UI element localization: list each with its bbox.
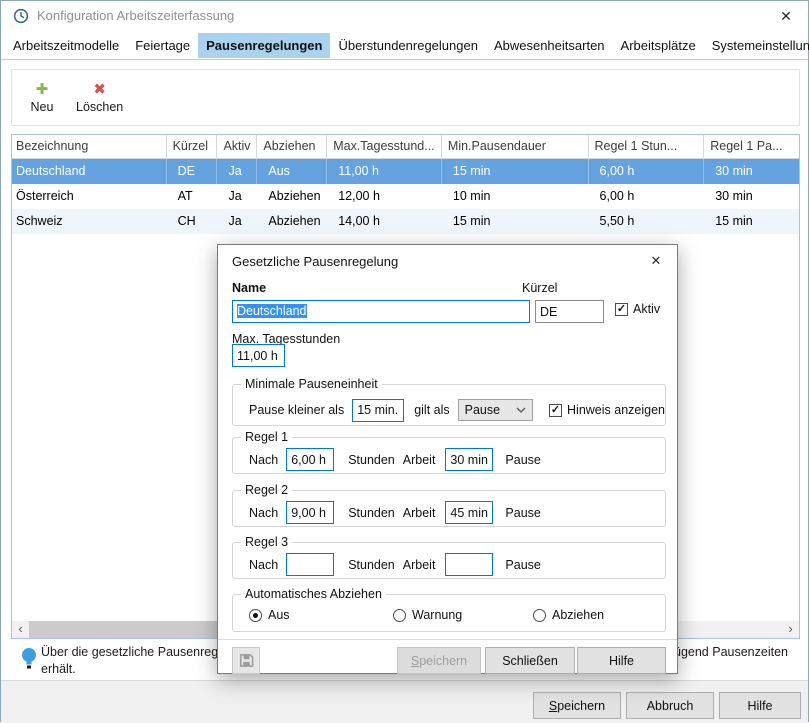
radio-aus[interactable]: Aus — [249, 608, 290, 622]
regel-3-group: Regel 3 Nach Stunden Arbeit Pause — [232, 542, 666, 579]
plus-icon: ✚ — [36, 81, 49, 98]
max-tagesstunden-input[interactable] — [232, 344, 285, 367]
window-close-icon[interactable]: ✕ — [776, 7, 796, 25]
clock-icon — [13, 8, 29, 24]
info-text-line1-left: Über die gesetzliche Pausenregel — [41, 645, 228, 659]
gilt-als-select[interactable]: Pause — [458, 399, 533, 421]
save-icon-button[interactable] — [232, 647, 260, 674]
dialog-close-button[interactable]: Schließen — [485, 647, 575, 674]
dialog-separator — [218, 639, 677, 640]
dialog-save-button[interactable]: Speichern — [397, 647, 481, 674]
name-input[interactable]: Deutschland — [232, 300, 530, 323]
minimale-pauseneinheit-group: Minimale Pauseneinheit Pause kleiner als… — [232, 384, 666, 426]
table-row-schweiz[interactable]: Schweiz CH Ja Abziehen 14,00 h 15 min 5,… — [12, 209, 799, 234]
column-header-max-tagesstunden[interactable]: Max.Tagesstund... — [327, 135, 442, 158]
footer-bar: Speichern Abbruch Hilfe — [1, 680, 808, 723]
column-header-kuerzel[interactable]: Kürzel — [167, 135, 218, 158]
scroll-right-icon[interactable]: › — [782, 621, 799, 638]
checkmark-icon: ✓ — [615, 303, 628, 316]
delete-button[interactable]: ✖ Löschen — [70, 77, 129, 118]
toolbar: ✚ Neu ✖ Löschen — [11, 69, 800, 126]
name-label: Name — [232, 281, 266, 295]
column-header-bezeichnung[interactable]: Bezeichnung — [12, 135, 167, 158]
tab-abwesenheitsarten[interactable]: Abwesenheitsarten — [486, 33, 613, 58]
kuerzel-label: Kürzel — [522, 281, 557, 295]
tab-pausenregelungen[interactable]: Pausenregelungen — [198, 33, 330, 58]
regel-3-pause-input[interactable] — [445, 553, 493, 576]
main-window: Konfiguration Arbeitszeiterfassung ✕ Arb… — [0, 0, 809, 722]
scroll-left-icon[interactable]: ‹ — [12, 621, 29, 638]
column-header-abziehen[interactable]: Abziehen — [257, 135, 327, 158]
min-pause-input[interactable] — [352, 399, 404, 422]
column-header-aktiv[interactable]: Aktiv — [217, 135, 257, 158]
radio-abziehen[interactable]: Abziehen — [533, 608, 604, 622]
regel-2-group: Regel 2 Nach Stunden Arbeit Pause — [232, 490, 666, 527]
table-header: Bezeichnung Kürzel Aktiv Abziehen Max.Ta… — [12, 135, 799, 159]
help-button[interactable]: Hilfe — [719, 692, 801, 719]
radio-button-icon — [249, 609, 262, 622]
regel-1-pause-input[interactable] — [445, 448, 493, 471]
tab-systemeinstellungen[interactable]: Systemeinstellungen — [704, 33, 809, 58]
regel-3-stunden-input[interactable] — [286, 553, 334, 576]
delete-icon: ✖ — [93, 81, 106, 98]
new-button[interactable]: ✚ Neu — [20, 77, 64, 118]
info-text-line2: erhält. — [41, 662, 76, 676]
regel-1-stunden-input[interactable] — [286, 448, 334, 471]
automatisches-abziehen-group: Automatisches Abziehen Aus Warnung Abzie… — [232, 594, 666, 632]
radio-button-icon — [393, 609, 406, 622]
hinweis-anzeigen-checkbox[interactable]: ✓ Hinweis anzeigen — [549, 403, 665, 417]
lightbulb-icon — [21, 646, 37, 672]
titlebar: Konfiguration Arbeitszeiterfassung ✕ — [1, 1, 808, 31]
checkmark-icon: ✓ — [549, 404, 562, 417]
tab-ueberstundenregelungen[interactable]: Überstundenregelungen — [330, 33, 486, 58]
chevron-down-icon — [516, 407, 526, 413]
dialog-title: Gesetzliche Pausenregelung — [232, 254, 398, 269]
table-row-deutschland[interactable]: Deutschland DE Ja Aus 11,00 h 15 min 6,0… — [12, 159, 799, 184]
column-header-regel1-pause[interactable]: Regel 1 Pa... — [704, 135, 799, 158]
column-header-regel1-stunden[interactable]: Regel 1 Stun... — [589, 135, 705, 158]
gilt-als-label: gilt als — [414, 403, 449, 417]
pause-kleiner-als-label: Pause kleiner als — [249, 403, 344, 417]
tab-feiertage[interactable]: Feiertage — [127, 33, 198, 58]
kuerzel-input[interactable] — [535, 300, 604, 323]
table-row-oesterreich[interactable]: Österreich AT Ja Abziehen 12,00 h 10 min… — [12, 184, 799, 209]
tab-arbeitsplaetze[interactable]: Arbeitsplätze — [613, 33, 704, 58]
tab-bar: Arbeitszeitmodelle Feiertage Pausenregel… — [1, 31, 808, 60]
window-title: Konfiguration Arbeitszeiterfassung — [37, 8, 234, 23]
gesetzliche-pausenregelung-dialog: Gesetzliche Pausenregelung ✕ Name Kürzel… — [217, 244, 678, 674]
regel-2-stunden-input[interactable] — [286, 501, 334, 524]
regel-2-pause-input[interactable] — [445, 501, 493, 524]
column-header-min-pausendauer[interactable]: Min.Pausendauer — [442, 135, 589, 158]
info-text-line1-right: ügend Pausenzeiten — [674, 645, 788, 659]
radio-warnung[interactable]: Warnung — [393, 608, 462, 622]
tab-arbeitszeitmodelle[interactable]: Arbeitszeitmodelle — [5, 33, 127, 58]
floppy-disk-icon — [239, 653, 254, 668]
dialog-help-button[interactable]: Hilfe — [577, 647, 666, 674]
save-button[interactable]: Speichern — [533, 692, 621, 719]
dialog-close-icon[interactable]: ✕ — [647, 252, 665, 270]
cancel-button[interactable]: Abbruch — [626, 692, 714, 719]
radio-button-icon — [533, 609, 546, 622]
regel-1-group: Regel 1 Nach Stunden Arbeit Pause — [232, 437, 666, 474]
aktiv-checkbox[interactable]: ✓ Aktiv — [615, 302, 660, 316]
